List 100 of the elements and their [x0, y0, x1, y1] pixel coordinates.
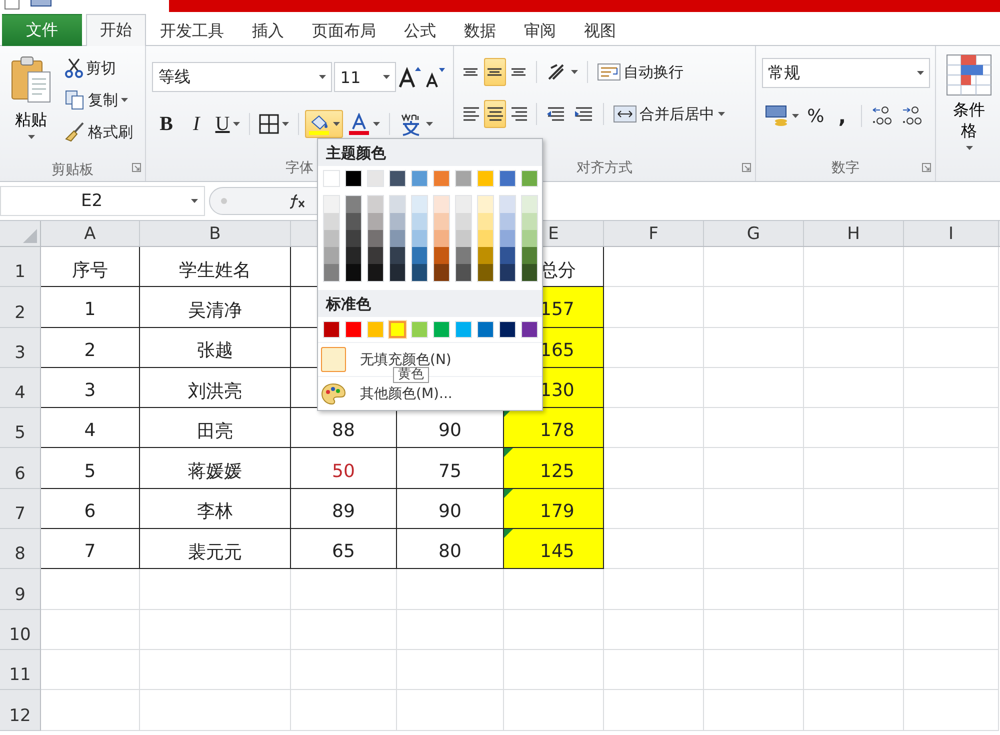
- table-cell[interactable]: [41, 569, 140, 610]
- row-header[interactable]: 2: [0, 287, 41, 328]
- ribbon-tab[interactable]: 公式: [390, 16, 450, 46]
- dialog-launcher-icon[interactable]: [922, 163, 931, 172]
- table-cell[interactable]: [904, 448, 999, 489]
- percent-button[interactable]: %: [804, 102, 828, 130]
- color-swatch[interactable]: [434, 213, 449, 230]
- table-cell[interactable]: [41, 690, 140, 731]
- color-swatch[interactable]: [412, 230, 427, 247]
- table-cell[interactable]: [604, 247, 704, 288]
- color-swatch[interactable]: [390, 196, 405, 213]
- table-cell[interactable]: [291, 610, 397, 650]
- table-cell[interactable]: [604, 650, 704, 690]
- color-swatch[interactable]: [522, 247, 537, 264]
- table-cell[interactable]: 50: [291, 448, 397, 489]
- color-swatch[interactable]: [324, 230, 339, 247]
- table-cell[interactable]: 2: [41, 328, 140, 368]
- table-cell[interactable]: [604, 610, 704, 650]
- table-cell[interactable]: 145: [504, 529, 604, 570]
- table-cell[interactable]: [804, 529, 904, 570]
- table-cell[interactable]: [804, 488, 904, 530]
- table-cell[interactable]: [804, 328, 904, 368]
- ribbon-tab[interactable]: 开始: [86, 14, 146, 46]
- table-cell[interactable]: 田亮: [140, 408, 291, 448]
- table-cell[interactable]: [604, 448, 704, 489]
- table-cell[interactable]: [41, 650, 140, 690]
- font-name-field[interactable]: 等线: [152, 62, 332, 92]
- table-cell[interactable]: [904, 610, 999, 650]
- table-cell[interactable]: 蒋媛媛: [140, 448, 291, 489]
- color-swatch[interactable]: [324, 247, 339, 264]
- color-swatch[interactable]: [389, 321, 406, 338]
- merge-center-button[interactable]: 合并后居中: [610, 100, 728, 128]
- color-swatch[interactable]: [434, 230, 449, 247]
- color-swatch[interactable]: [412, 247, 427, 264]
- color-swatch[interactable]: [500, 264, 515, 281]
- table-cell[interactable]: [904, 690, 999, 731]
- column-header[interactable]: A: [41, 221, 140, 246]
- font-size-field[interactable]: 11: [334, 62, 396, 92]
- color-swatch[interactable]: [390, 230, 405, 247]
- table-cell[interactable]: [904, 529, 999, 570]
- table-cell[interactable]: [41, 610, 140, 650]
- table-cell[interactable]: [704, 650, 804, 690]
- table-cell[interactable]: [291, 569, 397, 610]
- color-swatch[interactable]: [456, 213, 471, 230]
- table-cell[interactable]: [704, 690, 804, 731]
- row-header[interactable]: 7: [0, 488, 41, 530]
- row-header[interactable]: 9: [0, 569, 41, 610]
- color-swatch[interactable]: [434, 196, 449, 213]
- grow-font-icon[interactable]: [398, 66, 422, 88]
- color-swatch[interactable]: [368, 247, 383, 264]
- center-button[interactable]: [484, 100, 506, 128]
- table-cell[interactable]: [397, 650, 504, 690]
- color-swatch[interactable]: [434, 247, 449, 264]
- name-box[interactable]: E2: [0, 186, 205, 216]
- row-header[interactable]: 4: [0, 368, 41, 408]
- table-cell[interactable]: [704, 368, 804, 408]
- color-swatch[interactable]: [346, 213, 361, 230]
- color-swatch[interactable]: [324, 213, 339, 230]
- wrap-text-button[interactable]: 自动换行: [594, 58, 687, 86]
- table-cell[interactable]: 1: [41, 287, 140, 328]
- color-swatch[interactable]: [500, 247, 515, 264]
- table-cell[interactable]: [904, 287, 999, 328]
- table-cell[interactable]: 5: [41, 448, 140, 489]
- table-cell[interactable]: 李林: [140, 488, 291, 530]
- color-swatch[interactable]: [368, 264, 383, 281]
- color-swatch[interactable]: [368, 230, 383, 247]
- color-swatch[interactable]: [478, 247, 493, 264]
- column-header[interactable]: H: [804, 221, 904, 246]
- table-cell[interactable]: [604, 488, 704, 530]
- color-swatch[interactable]: [390, 213, 405, 230]
- table-cell[interactable]: 张越: [140, 328, 291, 368]
- table-cell[interactable]: [140, 610, 291, 650]
- color-swatch[interactable]: [368, 196, 383, 213]
- table-cell[interactable]: [904, 247, 999, 288]
- color-swatch[interactable]: [500, 196, 515, 213]
- table-cell[interactable]: [604, 408, 704, 448]
- color-swatch[interactable]: [522, 213, 537, 230]
- row-header[interactable]: 5: [0, 408, 41, 448]
- bold-button[interactable]: B: [152, 110, 180, 138]
- color-swatch[interactable]: [478, 213, 493, 230]
- color-swatch[interactable]: [346, 230, 361, 247]
- row-header[interactable]: 11: [0, 650, 41, 690]
- color-swatch[interactable]: [368, 213, 383, 230]
- table-cell[interactable]: [804, 610, 904, 650]
- table-cell[interactable]: [504, 650, 604, 690]
- table-cell[interactable]: [804, 368, 904, 408]
- table-cell[interactable]: [397, 610, 504, 650]
- color-swatch[interactable]: [346, 196, 361, 213]
- table-cell[interactable]: [804, 690, 904, 731]
- number-format-field[interactable]: 常规: [762, 58, 930, 88]
- table-cell[interactable]: [704, 488, 804, 530]
- table-cell[interactable]: [704, 328, 804, 368]
- color-swatch[interactable]: [500, 230, 515, 247]
- row-header[interactable]: 3: [0, 328, 41, 368]
- color-swatch[interactable]: [412, 196, 427, 213]
- table-cell[interactable]: [904, 368, 999, 408]
- copy-button[interactable]: 复制: [62, 86, 136, 114]
- table-cell[interactable]: 学生姓名: [140, 247, 291, 288]
- ribbon-tab[interactable]: 页面布局: [298, 16, 390, 46]
- dialog-launcher-icon[interactable]: [742, 163, 752, 172]
